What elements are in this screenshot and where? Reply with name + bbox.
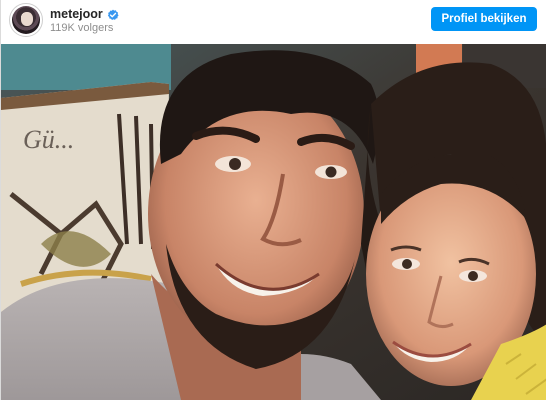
username-row: metejoor [50, 7, 119, 21]
wall-graffiti: Gü... [23, 125, 74, 154]
username[interactable]: metejoor [50, 7, 103, 21]
view-profile-button[interactable]: Profiel bekijken [431, 7, 537, 31]
verified-badge-icon [107, 8, 119, 20]
instagram-embed: metejoor 119K volgers Profiel bekijken G… [0, 0, 546, 400]
avatar-face [21, 12, 33, 26]
post-header: metejoor 119K volgers Profiel bekijken [1, 0, 546, 44]
post-photo[interactable]: Gü... [1, 44, 546, 400]
follower-count: 119K volgers [50, 22, 114, 34]
selfie-photo-illustration: Gü... [1, 44, 546, 400]
avatar[interactable] [9, 3, 43, 37]
